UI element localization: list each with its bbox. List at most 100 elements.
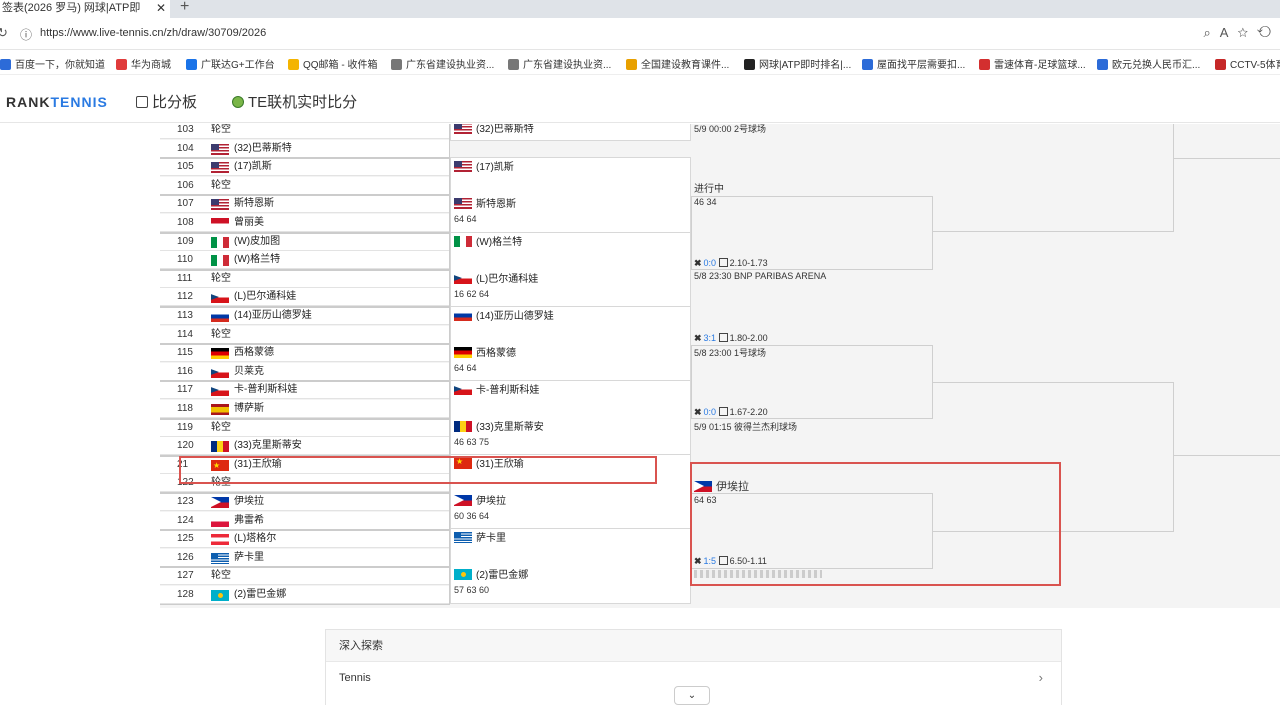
draw-row[interactable]: 117 卡-普利斯科娃 xyxy=(160,381,450,400)
player-name[interactable]: (W)格兰特 xyxy=(234,251,280,269)
match-player[interactable]: (W)格兰特 xyxy=(454,236,522,250)
match-player[interactable]: 伊埃拉 xyxy=(454,495,506,509)
draw-row[interactable]: 111 轮空 xyxy=(160,269,450,288)
player-name[interactable]: 轮空 xyxy=(211,419,231,437)
player-name[interactable]: (2)雷巴金娜 xyxy=(234,586,286,604)
match-player[interactable]: (33)克里斯蒂安 xyxy=(454,421,544,435)
match-player[interactable]: 卡-普利斯科娃 xyxy=(454,384,539,398)
draw-row[interactable]: 128 (2)雷巴金娜 xyxy=(160,586,450,604)
player-name[interactable]: 伊埃拉 xyxy=(234,493,264,511)
match-player[interactable]: (32)巴蒂斯特 xyxy=(454,124,534,137)
player-name[interactable]: 轮空 xyxy=(211,567,231,585)
tab-close-icon[interactable]: ✕ xyxy=(156,0,166,16)
player-name[interactable]: 斯特恩斯 xyxy=(234,195,274,213)
match-player[interactable]: (L)巴尔通科娃 xyxy=(454,273,538,287)
draw-row[interactable]: 114 轮空 xyxy=(160,325,450,344)
player-name[interactable]: 贝莱克 xyxy=(234,363,264,381)
draw-row[interactable]: 21 (31)王欣瑜 xyxy=(160,455,450,475)
browser-tab-active[interactable]: 签表(2026 罗马) 网球|ATP即 ✕ xyxy=(0,0,170,18)
new-tab-button[interactable]: + xyxy=(180,0,189,16)
match-player[interactable]: (17)凯斯 xyxy=(454,161,514,175)
draw-row[interactable]: 118 博萨斯 xyxy=(160,400,450,418)
player-name[interactable]: 西格蒙德 xyxy=(234,344,274,362)
player-name[interactable]: 轮空 xyxy=(211,177,231,195)
draw-row[interactable]: 116 贝莱克 xyxy=(160,362,450,381)
nav-live-scores[interactable]: TE联机实时比分 xyxy=(232,91,357,112)
match-box[interactable]: (31)王欣瑜伊埃拉 60 36 64 xyxy=(450,454,691,530)
draw-row[interactable]: 119 轮空 xyxy=(160,418,450,437)
bookmark-item[interactable]: 广联达G+工作台 xyxy=(186,56,275,71)
player-name[interactable]: 博萨斯 xyxy=(234,400,264,418)
player-name[interactable]: 卡-普利斯科娃 xyxy=(234,381,297,399)
match-player[interactable]: (31)王欣瑜 xyxy=(454,455,524,472)
player-name[interactable]: 弗雷希 xyxy=(234,512,264,530)
bookmark-item[interactable]: 广东省建设执业资... xyxy=(391,56,494,71)
draw-row[interactable]: 127 轮空 xyxy=(160,567,450,586)
player-name[interactable]: (17)凯斯 xyxy=(234,158,272,176)
match-box[interactable]: 卡-普利斯科娃 (33)克里斯蒂安 46 63 75 xyxy=(450,380,691,456)
bookmark-item[interactable]: 雷速体育-足球篮球... xyxy=(979,56,1086,71)
draw-row[interactable]: 123 伊埃拉 xyxy=(160,493,450,511)
draw-row[interactable]: 124 弗雷希 xyxy=(160,511,450,530)
player-name: (W)格兰特 xyxy=(476,237,523,248)
bookmark-item[interactable]: 广东省建设执业资... xyxy=(508,56,611,71)
bookmark-item[interactable]: 网球|ATP即时排名|... xyxy=(744,56,851,71)
draw-row[interactable]: 125 (L)塔格尔 xyxy=(160,530,450,549)
match-player[interactable]: (2)雷巴金娜 xyxy=(454,569,528,583)
draw-row[interactable]: 122 轮空 xyxy=(160,474,450,493)
chevron-right-icon[interactable]: › xyxy=(1039,670,1043,685)
site-logo[interactable]: RANKTENNIS xyxy=(6,94,108,110)
player-name[interactable]: 轮空 xyxy=(211,270,231,288)
draw-row[interactable]: 104 (32)巴蒂斯特 xyxy=(160,139,450,158)
player-name[interactable]: (W)皮加图 xyxy=(234,233,280,251)
match-box[interactable]: 萨卡里 (2)雷巴金娜 57 63 60 xyxy=(450,528,691,604)
draw-row[interactable]: 108 曾丽美 xyxy=(160,214,450,232)
player-name[interactable]: (33)克里斯蒂安 xyxy=(234,437,302,455)
player-name[interactable]: 轮空 xyxy=(211,474,231,492)
match-box[interactable]: (32)巴蒂斯特 xyxy=(450,124,691,141)
bookmark-item[interactable]: 百度一下，你就知道 xyxy=(0,56,105,71)
match-player[interactable]: (14)亚历山德罗娃 xyxy=(454,310,554,324)
scroll-down-button[interactable]: ⌄ xyxy=(674,686,710,705)
player-name[interactable]: 萨卡里 xyxy=(234,549,264,567)
draw-row[interactable]: 112 (L)巴尔通科娃 xyxy=(160,288,450,307)
player-name[interactable]: (32)巴蒂斯特 xyxy=(234,140,292,158)
draw-row[interactable]: 105 (17)凯斯 xyxy=(160,158,450,177)
player-name[interactable]: (31)王欣瑜 xyxy=(234,456,282,474)
player-name[interactable]: 曾丽美 xyxy=(234,214,264,232)
match-box[interactable]: (17)凯斯 斯特恩斯 64 64 xyxy=(450,157,691,233)
player-name[interactable]: (L)巴尔通科娃 xyxy=(234,288,296,306)
nav-scoreboard[interactable]: 比分板 xyxy=(136,91,197,112)
draw-position: 113 xyxy=(177,310,193,321)
draw-row[interactable]: 115 西格蒙德 xyxy=(160,344,450,363)
reload-icon[interactable]: ↻ xyxy=(0,25,8,41)
draw-row[interactable]: 113 (14)亚历山德罗娃 xyxy=(160,307,450,325)
match-box[interactable]: (14)亚历山德罗娃 西格蒙德 64 64 xyxy=(450,306,691,382)
match-player[interactable]: 西格蒙德 xyxy=(454,347,516,361)
draw-row[interactable]: 109 (W)皮加图 xyxy=(160,232,450,251)
draw-row[interactable]: 126 萨卡里 xyxy=(160,548,450,567)
draw-row[interactable]: 110 (W)格兰特 xyxy=(160,251,450,270)
match-box[interactable]: (W)格兰特 (L)巴尔通科娃 16 62 64 xyxy=(450,232,691,308)
match-player[interactable]: 斯特恩斯 xyxy=(454,198,516,212)
draw-row[interactable]: 106 轮空 xyxy=(160,176,450,195)
draw-row[interactable]: 120 (33)克里斯蒂安 xyxy=(160,437,450,456)
player-name[interactable]: (L)塔格尔 xyxy=(234,530,276,548)
draw-row[interactable]: 107 斯特恩斯 xyxy=(160,195,450,214)
player-name[interactable]: 轮空 xyxy=(211,326,231,344)
toolbar-icons[interactable]: ⌕A☆⟲ xyxy=(1204,25,1280,41)
bookmark-item[interactable]: 欧元兑换人民币汇... xyxy=(1097,56,1200,71)
url-field[interactable]: https://www.live-tennis.cn/zh/draw/30709… xyxy=(40,27,266,39)
draw-row[interactable]: 103 轮空 xyxy=(160,124,450,139)
bookmark-item[interactable]: 全国建设教育课件... xyxy=(626,56,729,71)
bookmark-item[interactable]: 华为商城 xyxy=(116,56,171,71)
bookmark-item[interactable]: CCTV-5体育 xyxy=(1215,56,1280,71)
bookmark-item[interactable]: 屋面找平层需要扣... xyxy=(862,56,965,71)
match-player[interactable]: 萨卡里 xyxy=(454,532,506,546)
explore-item-tennis[interactable]: Tennis xyxy=(339,672,371,684)
player-name[interactable]: (14)亚历山德罗娃 xyxy=(234,307,312,325)
info-icon[interactable]: ⓘ xyxy=(20,26,32,43)
bookmark-item[interactable]: QQ邮箱 - 收件箱 xyxy=(288,56,377,71)
player-name: 斯特恩斯 xyxy=(476,199,516,210)
player-name[interactable]: 轮空 xyxy=(211,124,231,139)
